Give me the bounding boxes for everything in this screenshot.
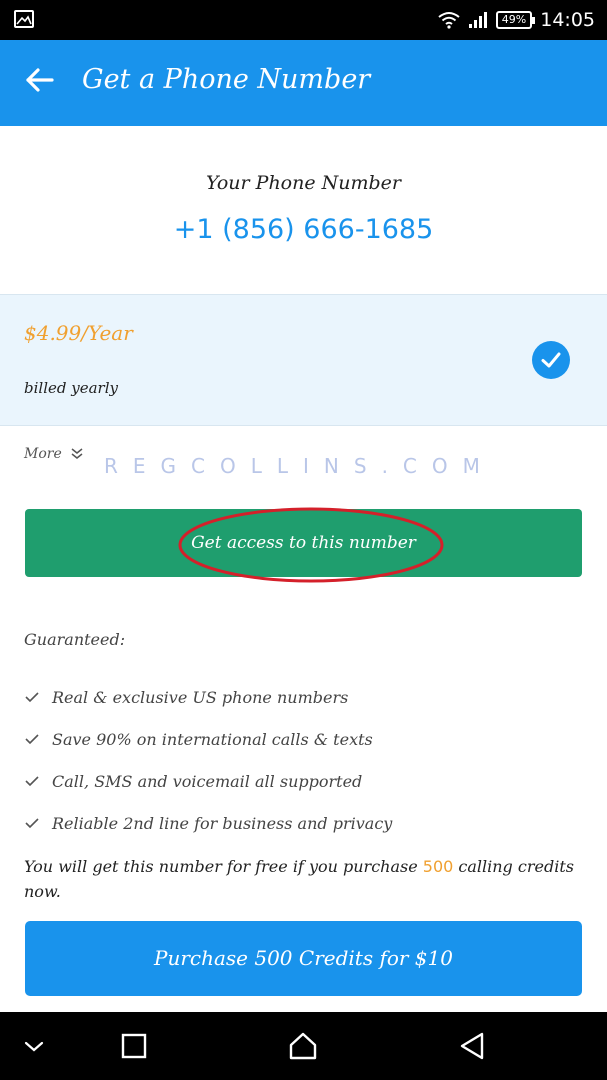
recents-button[interactable]: [116, 1028, 152, 1064]
feature-text: Reliable 2nd line for business and priva…: [52, 813, 393, 833]
check-icon: [25, 692, 39, 703]
free-note-before: You will get this number for free if you…: [24, 857, 423, 876]
phone-number-section: Your Phone Number +1 (856) 666-1685: [0, 126, 607, 294]
plan-billing: billed yearly: [24, 379, 118, 397]
feature-text: Real & exclusive US phone numbers: [52, 687, 349, 707]
app-bar: Get a Phone Number: [0, 40, 607, 126]
feature-list: Real & exclusive US phone numbers Save 9…: [24, 676, 392, 844]
back-icon: [460, 1032, 484, 1060]
status-time: 14:05: [540, 9, 595, 31]
plan-price: $4.99/Year: [24, 321, 133, 345]
phone-number-value: +1 (856) 666-1685: [173, 214, 434, 245]
double-chevron-down-icon: [71, 448, 83, 459]
phone-number-label: Your Phone Number: [205, 172, 402, 194]
feature-item: Reliable 2nd line for business and priva…: [24, 802, 392, 844]
home-button[interactable]: [285, 1028, 321, 1064]
check-icon: [25, 776, 39, 787]
status-bar: 49% 14:05: [0, 0, 607, 40]
watermark: REGCOLLINS.COM: [104, 454, 495, 478]
feature-item: Call, SMS and voicemail all supported: [24, 760, 392, 802]
guaranteed-title: Guaranteed:: [24, 630, 126, 649]
feature-item: Save 90% on international calls & texts: [24, 718, 392, 760]
purchase-credits-button[interactable]: Purchase 500 Credits for $10: [25, 921, 582, 996]
recents-icon: [121, 1033, 147, 1059]
signal-icon: [468, 12, 487, 28]
system-nav-bar: [0, 1012, 607, 1080]
feature-text: Save 90% on international calls & texts: [52, 729, 373, 749]
back-button[interactable]: [22, 62, 62, 102]
check-icon: [25, 734, 39, 745]
more-label: More: [24, 446, 62, 462]
more-toggle[interactable]: More: [24, 446, 84, 462]
feature-text: Call, SMS and voicemail all supported: [52, 771, 363, 791]
home-icon: [289, 1032, 317, 1060]
page-title: Get a Phone Number: [82, 64, 371, 95]
free-number-note: You will get this number for free if you…: [24, 854, 584, 904]
get-access-button[interactable]: Get access to this number: [25, 509, 582, 577]
check-icon: [25, 818, 39, 829]
plan-option-yearly[interactable]: $4.99/Year billed yearly: [0, 294, 607, 426]
nav-back-button[interactable]: [454, 1028, 490, 1064]
wifi-icon: [438, 12, 460, 29]
feature-item: Real & exclusive US phone numbers: [24, 676, 392, 718]
arrow-left-icon: [26, 68, 54, 92]
gallery-icon: [14, 10, 34, 28]
chevron-down-icon: [24, 1041, 44, 1052]
hide-keyboard-button[interactable]: [16, 1028, 52, 1064]
battery-icon: 49%: [495, 11, 536, 29]
selected-check-icon: [532, 341, 570, 379]
credits-amount: 500: [422, 857, 454, 876]
